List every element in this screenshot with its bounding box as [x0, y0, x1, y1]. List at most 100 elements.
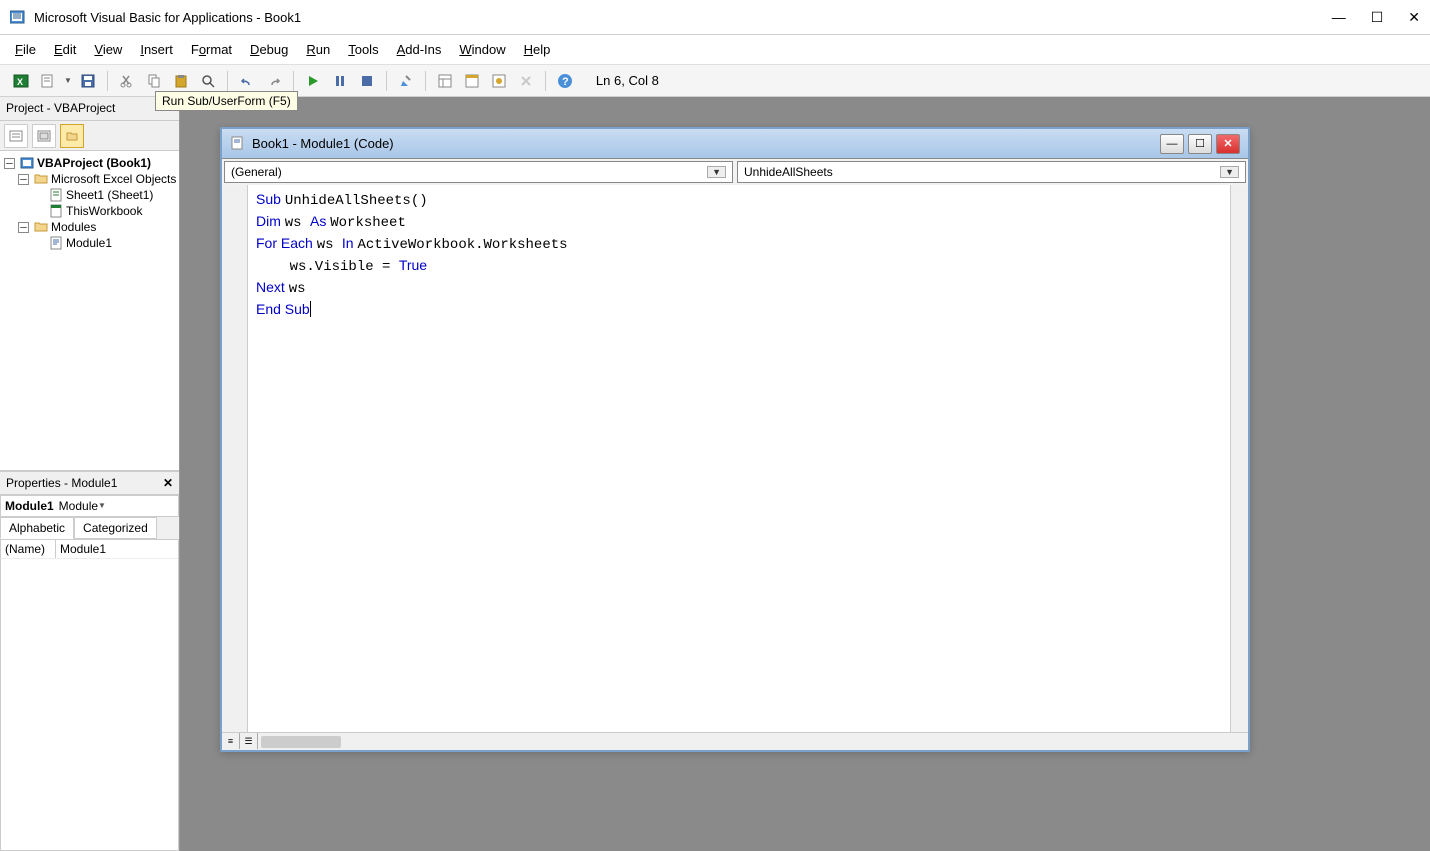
project-panel-title: Project - VBAProject	[0, 97, 179, 121]
close-button[interactable]: ✕	[1408, 9, 1420, 26]
run-icon[interactable]	[302, 70, 324, 92]
code-margin[interactable]	[222, 185, 248, 732]
property-name-cell: (Name)	[1, 540, 56, 558]
view-code-icon[interactable]	[4, 124, 28, 148]
code-window-titlebar[interactable]: Book1 - Module1 (Code) — ☐ ✕	[222, 129, 1248, 159]
menu-bar: File Edit View Insert Format Debug Run T…	[0, 35, 1430, 65]
design-mode-icon[interactable]	[395, 70, 417, 92]
collapse-icon[interactable]: －	[4, 158, 15, 169]
insert-dropdown-arrow[interactable]: ▼	[64, 76, 72, 85]
code-window-title: Book1 - Module1 (Code)	[252, 136, 1160, 151]
tree-excel-objects[interactable]: － Microsoft Excel Objects	[4, 171, 175, 187]
help-icon[interactable]: ?	[554, 70, 576, 92]
module-icon	[49, 236, 63, 250]
procedure-combo-value: UnhideAllSheets	[744, 165, 833, 179]
code-editor[interactable]: Sub UnhideAllSheets() Dim ws As Workshee…	[248, 185, 1230, 732]
collapse-icon[interactable]: －	[18, 174, 29, 185]
module-icon	[230, 136, 246, 152]
folder-icon	[34, 172, 48, 186]
view-object-icon[interactable]	[32, 124, 56, 148]
properties-tabs: Alphabetic Categorized	[0, 517, 179, 539]
properties-grid[interactable]: (Name) Module1	[0, 539, 179, 851]
maximize-button[interactable]: ☐	[1371, 9, 1384, 26]
menu-addins[interactable]: Add-Ins	[397, 42, 442, 57]
insert-module-icon[interactable]	[37, 70, 59, 92]
tree-module1-label: Module1	[66, 236, 112, 250]
properties-close-icon[interactable]: ✕	[163, 476, 173, 490]
object-combo-value: (General)	[231, 165, 282, 179]
horizontal-scrollbar[interactable]	[261, 736, 341, 748]
project-tree[interactable]: － VBAProject (Book1) － Microsoft Excel O…	[0, 151, 179, 471]
cut-icon[interactable]	[116, 70, 138, 92]
paste-icon[interactable]	[170, 70, 192, 92]
tree-root-label: VBAProject (Book1)	[37, 156, 151, 170]
properties-object-selector[interactable]: Module1Module ▼	[0, 495, 179, 517]
menu-format[interactable]: Format	[191, 42, 232, 57]
code-maximize-button[interactable]: ☐	[1188, 134, 1212, 154]
tree-thisworkbook[interactable]: ThisWorkbook	[4, 203, 175, 219]
properties-title-text: Properties - Module1	[6, 476, 117, 490]
menu-edit[interactable]: Edit	[54, 42, 76, 57]
svg-text:?: ?	[562, 76, 569, 88]
tab-alphabetic[interactable]: Alphabetic	[0, 517, 74, 539]
menu-file[interactable]: File	[15, 42, 36, 57]
tab-categorized[interactable]: Categorized	[74, 517, 157, 539]
tooltip: Run Sub/UserForm (F5)	[155, 91, 298, 111]
find-icon[interactable]	[197, 70, 219, 92]
vertical-scrollbar[interactable]	[1230, 185, 1248, 732]
object-combo[interactable]: (General) ▼	[224, 161, 733, 183]
toolbar: X ▼ ? Ln 6, Col 8 Run Sub/UserForm (F5)	[0, 65, 1430, 97]
code-window: Book1 - Module1 (Code) — ☐ ✕ (General) ▼…	[220, 127, 1250, 752]
sheet-icon	[49, 188, 63, 202]
property-value-cell[interactable]: Module1	[56, 540, 110, 558]
tree-root[interactable]: － VBAProject (Book1)	[4, 155, 175, 171]
redo-icon[interactable]	[263, 70, 285, 92]
project-explorer-icon[interactable]	[434, 70, 456, 92]
toggle-folders-icon[interactable]	[60, 124, 84, 148]
menu-window[interactable]: Window	[459, 42, 505, 57]
chevron-down-icon[interactable]: ▼	[98, 501, 106, 510]
tree-module1[interactable]: Module1	[4, 235, 175, 251]
collapse-icon[interactable]: －	[18, 222, 29, 233]
folder-icon	[34, 220, 48, 234]
full-module-view-button[interactable]: ☰	[240, 733, 258, 749]
save-icon[interactable]	[77, 70, 99, 92]
break-icon[interactable]	[329, 70, 351, 92]
menu-help[interactable]: Help	[524, 42, 551, 57]
project-toolbar	[0, 121, 179, 151]
undo-icon[interactable]	[236, 70, 258, 92]
menu-run[interactable]: Run	[306, 42, 330, 57]
chevron-down-icon[interactable]: ▼	[1220, 166, 1239, 178]
tree-modules[interactable]: － Modules	[4, 219, 175, 235]
copy-icon[interactable]	[143, 70, 165, 92]
toolbox-icon[interactable]	[515, 70, 537, 92]
procedure-view-button[interactable]: ≡	[222, 733, 240, 749]
procedure-combo[interactable]: UnhideAllSheets ▼	[737, 161, 1246, 183]
app-icon	[10, 9, 26, 25]
tree-excel-objects-label: Microsoft Excel Objects	[51, 172, 176, 186]
tree-sheet1[interactable]: Sheet1 (Sheet1)	[4, 187, 175, 203]
tree-thisworkbook-label: ThisWorkbook	[66, 204, 142, 218]
menu-tools[interactable]: Tools	[348, 42, 378, 57]
properties-panel-title: Properties - Module1 ✕	[0, 471, 179, 495]
mdi-workspace: Book1 - Module1 (Code) — ☐ ✕ (General) ▼…	[180, 97, 1430, 851]
menu-debug[interactable]: Debug	[250, 42, 288, 57]
reset-icon[interactable]	[356, 70, 378, 92]
object-browser-icon[interactable]	[488, 70, 510, 92]
tree-sheet1-label: Sheet1 (Sheet1)	[66, 188, 153, 202]
view-excel-icon[interactable]: X	[10, 70, 32, 92]
window-controls: — ☐ ✕	[1332, 9, 1420, 26]
properties-object-name: Module1	[5, 499, 54, 513]
properties-window-icon[interactable]	[461, 70, 483, 92]
code-minimize-button[interactable]: —	[1160, 134, 1184, 154]
menu-view[interactable]: View	[94, 42, 122, 57]
chevron-down-icon[interactable]: ▼	[707, 166, 726, 178]
menu-insert[interactable]: Insert	[140, 42, 173, 57]
property-row[interactable]: (Name) Module1	[1, 540, 178, 559]
workbook-icon	[49, 204, 63, 218]
title-text: Microsoft Visual Basic for Applications …	[34, 10, 1332, 25]
code-close-button[interactable]: ✕	[1216, 134, 1240, 154]
title-bar: Microsoft Visual Basic for Applications …	[0, 0, 1430, 35]
minimize-button[interactable]: —	[1332, 9, 1346, 26]
cursor-position: Ln 6, Col 8	[596, 73, 659, 88]
